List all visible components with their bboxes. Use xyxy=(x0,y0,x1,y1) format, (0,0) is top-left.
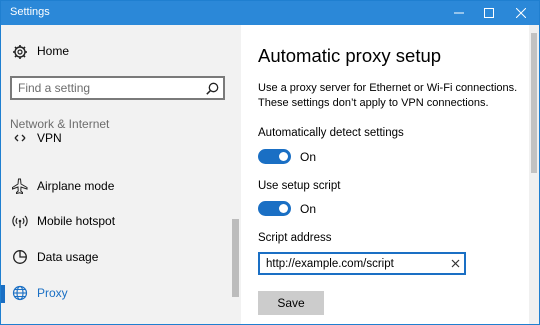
sidebar-item-vpn[interactable]: VPN xyxy=(1,133,231,155)
page-description: Use a proxy server for Ethernet or Wi-Fi… xyxy=(258,82,518,109)
toggle-knob xyxy=(279,204,288,213)
setup-script-state: On xyxy=(300,202,317,216)
section-title: Network & Internet xyxy=(10,117,110,131)
sidebar-scrollbar[interactable] xyxy=(232,219,239,297)
search-icon[interactable] xyxy=(206,82,219,95)
search-box[interactable] xyxy=(10,76,225,100)
sidebar-item-mobile-hotspot[interactable]: Mobile hotspot xyxy=(1,204,231,238)
sidebar-item-label: Home xyxy=(37,44,70,58)
clear-icon[interactable] xyxy=(451,259,460,268)
close-icon xyxy=(516,8,526,18)
script-address-label: Script address xyxy=(258,232,332,244)
script-address-input[interactable] xyxy=(266,257,441,271)
save-button[interactable]: Save xyxy=(258,291,324,315)
selection-indicator xyxy=(1,285,5,303)
hotspot-icon xyxy=(12,213,28,229)
airplane-icon xyxy=(12,178,28,195)
gear-icon xyxy=(12,44,28,60)
sidebar-nav-list: VPN Airplane mode Mobile hotspot Data us… xyxy=(1,133,231,324)
window-title: Settings xyxy=(10,6,50,18)
script-address-box[interactable] xyxy=(258,252,466,275)
title-bar: Settings xyxy=(1,1,539,25)
minimize-button[interactable] xyxy=(444,1,474,25)
minimize-icon xyxy=(454,12,464,14)
scrollbar-thumb[interactable] xyxy=(531,33,537,173)
setup-script-label: Use setup script xyxy=(258,180,341,192)
maximize-icon xyxy=(484,8,494,18)
auto-detect-state: On xyxy=(300,150,317,164)
toggle-knob xyxy=(279,152,288,161)
sidebar-item-label: Data usage xyxy=(37,250,99,264)
sidebar-item-data-usage[interactable]: Data usage xyxy=(1,240,231,274)
settings-window: Settings Home Find a setting Network & I… xyxy=(0,0,540,325)
data-usage-icon xyxy=(12,249,28,265)
auto-detect-label: Automatically detect settings xyxy=(258,127,404,139)
sidebar-item-label: VPN xyxy=(37,133,62,145)
page-title: Automatic proxy setup xyxy=(258,45,442,66)
sidebar-item-proxy[interactable]: Proxy xyxy=(1,276,231,310)
sidebar-item-home[interactable]: Home xyxy=(1,35,231,69)
sidebar-item-label: Airplane mode xyxy=(37,179,115,193)
setup-script-toggle[interactable] xyxy=(258,201,291,216)
main-content: Automatic proxy setup Use a proxy server… xyxy=(241,25,529,324)
sidebar: Home Network & Internet VPN xyxy=(1,25,241,324)
sidebar-item-airplane-mode[interactable]: Airplane mode xyxy=(1,169,231,203)
sidebar-item-label: Mobile hotspot xyxy=(37,214,116,228)
search-input[interactable] xyxy=(18,81,188,95)
close-button[interactable] xyxy=(506,1,536,25)
globe-icon xyxy=(12,285,28,301)
content-scrollbar[interactable] xyxy=(529,25,539,324)
vpn-icon xyxy=(12,133,28,146)
sidebar-item-label: Proxy xyxy=(37,286,68,300)
maximize-button[interactable] xyxy=(474,1,504,25)
auto-detect-toggle[interactable] xyxy=(258,149,291,164)
